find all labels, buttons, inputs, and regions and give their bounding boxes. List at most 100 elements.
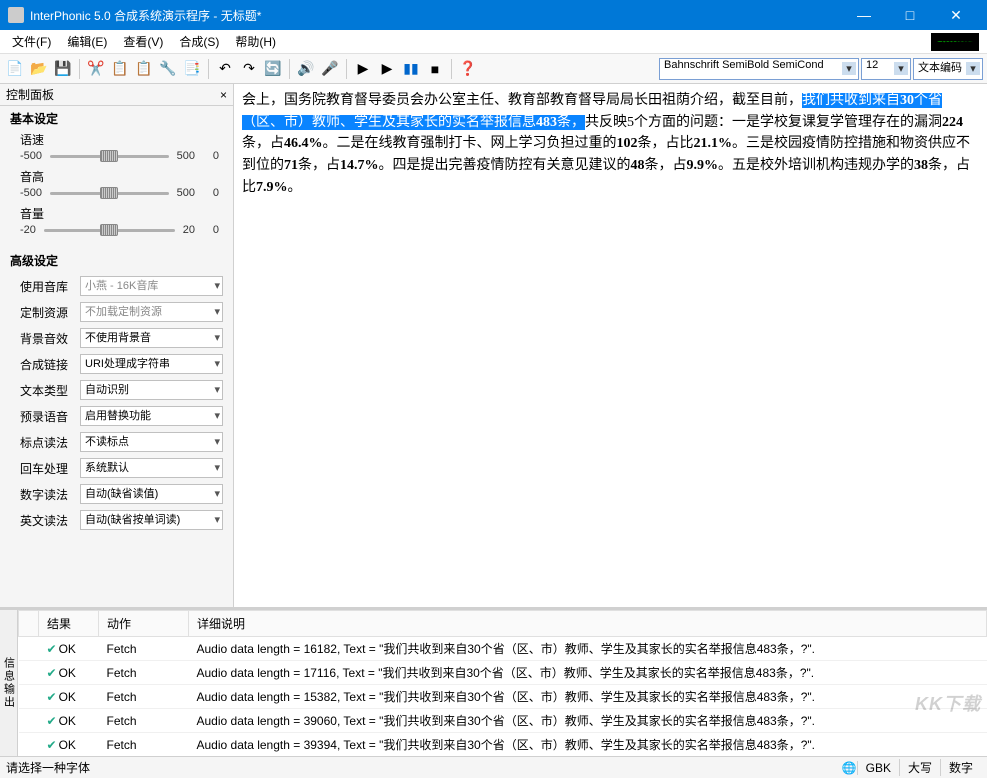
- adv-select[interactable]: 不读标点: [80, 432, 223, 452]
- cut-button[interactable]: ✂️: [85, 58, 107, 80]
- adv-select[interactable]: 不加载定制资源: [80, 302, 223, 322]
- adv-row-8: 数字读法 自动(缺省读值): [0, 481, 233, 507]
- redo-button[interactable]: ↷: [238, 58, 260, 80]
- adv-select[interactable]: 自动(缺省按单词读): [80, 510, 223, 530]
- slider-value: 0: [195, 224, 219, 236]
- slider-label: 音量: [20, 205, 219, 222]
- slider-track[interactable]: [44, 229, 175, 232]
- adv-row-7: 回车处理 系统默认: [0, 455, 233, 481]
- size-combo[interactable]: 12: [861, 58, 911, 80]
- adv-select[interactable]: 不使用背景音: [80, 328, 223, 348]
- log-action: Fetch: [99, 661, 189, 685]
- log-action: Fetch: [99, 637, 189, 661]
- close-button[interactable]: ✕: [933, 0, 979, 30]
- minimize-button[interactable]: —: [841, 0, 887, 30]
- basic-section-title: 基本设定: [0, 106, 233, 131]
- log-status: OK: [39, 637, 99, 661]
- font-combo[interactable]: Bahnschrift SemiBold SemiCond: [659, 58, 859, 80]
- menu-help[interactable]: 帮助(H): [227, 31, 284, 52]
- voice-button-2[interactable]: 🎤: [319, 58, 341, 80]
- waveform-indicator: [931, 33, 979, 51]
- slider-thumb[interactable]: [100, 224, 118, 236]
- menu-synth[interactable]: 合成(S): [171, 31, 227, 52]
- log-detail: Audio data length = 15382, Text = "我们共收到…: [189, 685, 987, 709]
- adv-row-4: 文本类型 自动识别: [0, 377, 233, 403]
- copy-button[interactable]: 📋: [109, 58, 131, 80]
- stop-button[interactable]: ■: [424, 58, 446, 80]
- tool-button-2[interactable]: 📑: [181, 58, 203, 80]
- log-status: OK: [39, 733, 99, 757]
- log-action: Fetch: [99, 733, 189, 757]
- panel-header: 控制面板 ×: [0, 84, 233, 106]
- play-button[interactable]: ▶: [352, 58, 374, 80]
- adv-label: 英文读法: [20, 512, 74, 529]
- adv-label: 背景音效: [20, 330, 74, 347]
- adv-select[interactable]: 启用替换功能: [80, 406, 223, 426]
- maximize-button[interactable]: □: [887, 0, 933, 30]
- log-header-icon: [19, 611, 39, 637]
- status-caps: 大写: [899, 759, 940, 776]
- log-tab[interactable]: 信息输出: [0, 610, 18, 756]
- slider-track[interactable]: [50, 155, 169, 158]
- save-button[interactable]: 💾: [52, 58, 74, 80]
- adv-row-5: 预录语音 启用替换功能: [0, 403, 233, 429]
- log-row[interactable]: OK Fetch Audio data length = 15382, Text…: [19, 685, 987, 709]
- slider-label: 语速: [20, 131, 219, 148]
- tool-button-1[interactable]: 🔧: [157, 58, 179, 80]
- log-action: Fetch: [99, 709, 189, 733]
- log-header-detail[interactable]: 详细说明: [189, 611, 987, 637]
- text-editor[interactable]: 会上，国务院教育督导委员会办公室主任、教育部教育督导局局长田祖荫介绍，截至目前，…: [234, 84, 987, 607]
- log-row[interactable]: OK Fetch Audio data length = 39394, Text…: [19, 733, 987, 757]
- voice-button-1[interactable]: 🔊: [295, 58, 317, 80]
- log-detail: Audio data length = 39060, Text = "我们共收到…: [189, 709, 987, 733]
- status-encoding: GBK: [857, 761, 899, 775]
- adv-select[interactable]: 系统默认: [80, 458, 223, 478]
- log-header-action[interactable]: 动作: [99, 611, 189, 637]
- slider-label: 音高: [20, 168, 219, 185]
- log-row[interactable]: OK Fetch Audio data length = 16182, Text…: [19, 637, 987, 661]
- status-hint: 请选择一种字体: [6, 759, 90, 776]
- slider-min: -500: [20, 187, 42, 199]
- adv-select[interactable]: 小燕 - 16K音库: [80, 276, 223, 296]
- help-button[interactable]: ❓: [457, 58, 479, 80]
- titlebar: InterPhonic 5.0 合成系统演示程序 - 无标题* — □ ✕: [0, 0, 987, 30]
- log-detail: Audio data length = 17116, Text = "我们共收到…: [189, 661, 987, 685]
- slider-max: 500: [177, 150, 195, 162]
- menu-edit[interactable]: 编辑(E): [59, 31, 115, 52]
- adv-label: 使用音库: [20, 278, 74, 295]
- adv-row-9: 英文读法 自动(缺省按单词读): [0, 507, 233, 533]
- adv-select[interactable]: URI处理成字符串: [80, 354, 223, 374]
- play-section-button[interactable]: ▶: [376, 58, 398, 80]
- adv-row-6: 标点读法 不读标点: [0, 429, 233, 455]
- encoding-combo[interactable]: 文本编码: [913, 58, 983, 80]
- adv-label: 合成链接: [20, 356, 74, 373]
- adv-select[interactable]: 自动(缺省读值): [80, 484, 223, 504]
- undo-button[interactable]: ↶: [214, 58, 236, 80]
- adv-row-0: 使用音库 小燕 - 16K音库: [0, 273, 233, 299]
- slider-1: 音高 -500 500 0: [0, 168, 233, 205]
- text-pre: 会上，国务院教育督导委员会办公室主任、教育部教育督导局局长田祖荫介绍，截至目前，: [242, 93, 802, 108]
- refresh-button[interactable]: 🔄: [262, 58, 284, 80]
- adv-label: 预录语音: [20, 408, 74, 425]
- log-row[interactable]: OK Fetch Audio data length = 17116, Text…: [19, 661, 987, 685]
- new-button[interactable]: 📄: [4, 58, 26, 80]
- paste-button[interactable]: 📋: [133, 58, 155, 80]
- open-button[interactable]: 📂: [28, 58, 50, 80]
- app-icon: [8, 7, 24, 23]
- menu-view[interactable]: 查看(V): [115, 31, 171, 52]
- log-list[interactable]: 结果 动作 详细说明 OK Fetch Audio data length = …: [18, 610, 987, 756]
- adv-select[interactable]: 自动识别: [80, 380, 223, 400]
- adv-label: 定制资源: [20, 304, 74, 321]
- panel-close-button[interactable]: ×: [220, 88, 227, 102]
- adv-label: 标点读法: [20, 434, 74, 451]
- slider-thumb[interactable]: [100, 187, 118, 199]
- menu-file[interactable]: 文件(F): [4, 31, 59, 52]
- slider-min: -20: [20, 224, 36, 236]
- slider-min: -500: [20, 150, 42, 162]
- log-row[interactable]: OK Fetch Audio data length = 39060, Text…: [19, 709, 987, 733]
- log-header-result[interactable]: 结果: [39, 611, 99, 637]
- pause-button[interactable]: ▮▮: [400, 58, 422, 80]
- slider-track[interactable]: [50, 192, 169, 195]
- control-panel: 控制面板 × 基本设定 语速 -500 500 0 音高 -500 500 0音量…: [0, 84, 234, 607]
- slider-thumb[interactable]: [100, 150, 118, 162]
